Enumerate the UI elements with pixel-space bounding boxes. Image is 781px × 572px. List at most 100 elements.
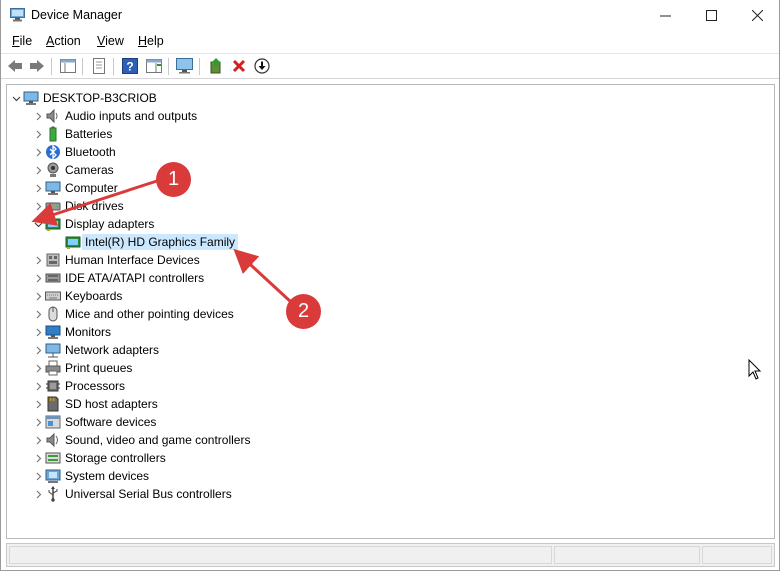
help-icon: ? <box>122 58 138 74</box>
menu-view[interactable]: View <box>97 34 124 48</box>
storage-icon <box>45 450 61 466</box>
minimize-button[interactable] <box>642 0 688 31</box>
action-pane-icon <box>146 59 162 73</box>
keyboard-icon <box>45 288 61 304</box>
forward-button[interactable] <box>27 57 47 75</box>
chevron-right-icon[interactable] <box>31 179 45 197</box>
menu-bar: File Action View Help <box>1 31 779 53</box>
menu-help-accel: H <box>138 34 148 48</box>
chevron-right-icon[interactable] <box>31 413 45 431</box>
menu-file-accel: F <box>12 34 20 48</box>
tree-category-human-interface-devices[interactable]: Human Interface Devices <box>31 251 200 269</box>
tree-item-label: Processors <box>65 379 126 393</box>
chevron-down-icon[interactable] <box>9 89 23 107</box>
tree-category-mice-and-other-pointing-devices[interactable]: Mice and other pointing devices <box>31 305 234 323</box>
tree-category-display-adapters[interactable]: Display adapters <box>31 215 154 233</box>
toolbar: ? <box>1 53 779 79</box>
chevron-right-icon[interactable] <box>31 305 45 323</box>
back-button[interactable] <box>5 57 25 75</box>
chevron-right-icon[interactable] <box>31 125 45 143</box>
uninstall-device-button[interactable] <box>229 57 249 75</box>
chevron-right-icon[interactable] <box>31 251 45 269</box>
tree-category-processors[interactable]: Processors <box>31 377 125 395</box>
action-pane-button[interactable] <box>144 57 164 75</box>
menu-action[interactable]: Action <box>46 34 81 48</box>
maximize-icon <box>705 10 717 21</box>
maximize-button[interactable] <box>688 0 734 31</box>
hid-icon <box>45 252 61 268</box>
menu-view-rest: iew <box>105 34 124 48</box>
monitor-icon <box>45 324 61 340</box>
show-hide-console-tree-button[interactable] <box>58 57 78 75</box>
tree-root-computer[interactable]: DESKTOP-B3CRIOB <box>9 89 157 107</box>
tree-item-label: Storage controllers <box>65 451 166 465</box>
tree-category-software-devices[interactable]: Software devices <box>31 413 156 431</box>
tree-category-print-queues[interactable]: Print queues <box>31 359 132 377</box>
console-tree-icon <box>60 59 76 73</box>
tree-item-label: Network adapters <box>65 343 160 357</box>
tree-category-monitors[interactable]: Monitors <box>31 323 111 341</box>
toolbar-separator <box>113 58 114 75</box>
chevron-right-icon[interactable] <box>31 431 45 449</box>
disk-icon <box>45 198 61 214</box>
close-button[interactable] <box>734 0 780 31</box>
chevron-right-icon[interactable] <box>31 377 45 395</box>
tree-category-cameras[interactable]: Cameras <box>31 161 114 179</box>
tree-category-network-adapters[interactable]: Network adapters <box>31 341 159 359</box>
tree-category-storage-controllers[interactable]: Storage controllers <box>31 449 166 467</box>
status-pane-middle <box>554 546 700 564</box>
mouse-icon <box>45 306 61 322</box>
camera-icon <box>45 162 61 178</box>
update-driver-button[interactable] <box>206 57 226 75</box>
tree-category-sound-video-and-game-controllers[interactable]: Sound, video and game controllers <box>31 431 250 449</box>
tree-category-keyboards[interactable]: Keyboards <box>31 287 122 305</box>
chevron-right-icon[interactable] <box>31 341 45 359</box>
mouse-cursor-icon <box>748 359 762 380</box>
tree-category-ide-ata-atapi-controllers[interactable]: IDE ATA/ATAPI controllers <box>31 269 204 287</box>
tree-item-label: Universal Serial Bus controllers <box>65 487 232 501</box>
chevron-right-icon[interactable] <box>31 395 45 413</box>
tree-category-bluetooth[interactable]: Bluetooth <box>31 143 116 161</box>
minimize-icon <box>659 15 671 17</box>
device-manager-app-icon <box>10 8 25 22</box>
chevron-right-icon[interactable] <box>31 323 45 341</box>
chevron-down-icon[interactable] <box>31 215 45 233</box>
close-icon <box>751 10 763 21</box>
chevron-right-icon[interactable] <box>31 359 45 377</box>
tree-item-label: Computer <box>65 181 118 195</box>
menu-file[interactable]: File <box>12 34 32 48</box>
enable-device-button[interactable] <box>252 57 272 75</box>
tree-category-system-devices[interactable]: System devices <box>31 467 149 485</box>
chevron-right-icon[interactable] <box>31 269 45 287</box>
toolbar-separator <box>82 58 83 75</box>
scan-hardware-button[interactable] <box>175 57 195 75</box>
ide-icon <box>45 270 61 286</box>
tree-item-label: Batteries <box>65 127 113 141</box>
tree-item-label: Software devices <box>65 415 157 429</box>
battery-icon <box>45 126 61 142</box>
help-button[interactable]: ? <box>120 57 140 75</box>
tree-category-sd-host-adapters[interactable]: SD host adapters <box>31 395 158 413</box>
properties-button[interactable] <box>89 57 109 75</box>
chevron-right-icon[interactable] <box>31 287 45 305</box>
chevron-right-icon[interactable] <box>31 143 45 161</box>
chevron-right-icon[interactable] <box>31 161 45 179</box>
tree-device-intel-hd-graphics-family[interactable]: Intel(R) HD Graphics Family <box>51 233 239 251</box>
processor-icon <box>45 378 61 394</box>
chevron-right-icon[interactable] <box>31 449 45 467</box>
tree-category-universal-serial-bus-controllers[interactable]: Universal Serial Bus controllers <box>31 485 232 503</box>
chevron-right-icon[interactable] <box>31 197 45 215</box>
menu-help[interactable]: Help <box>138 34 164 48</box>
tree-category-computer[interactable]: Computer <box>31 179 118 197</box>
chevron-right-icon[interactable] <box>31 467 45 485</box>
tree-item-label: Print queues <box>65 361 133 375</box>
tree-item-label: Monitors <box>65 325 112 339</box>
device-tree-pane: DESKTOP-B3CRIOB Audio inputs and outputs B… <box>6 84 775 539</box>
chevron-right-icon[interactable] <box>31 485 45 503</box>
tree-category-audio-inputs-and-outputs[interactable]: Audio inputs and outputs <box>31 107 197 125</box>
red-x-icon <box>232 59 246 73</box>
tree-category-disk-drives[interactable]: Disk drives <box>31 197 124 215</box>
tree-category-batteries[interactable]: Batteries <box>31 125 112 143</box>
chevron-right-icon[interactable] <box>31 107 45 125</box>
sound-icon <box>45 432 61 448</box>
